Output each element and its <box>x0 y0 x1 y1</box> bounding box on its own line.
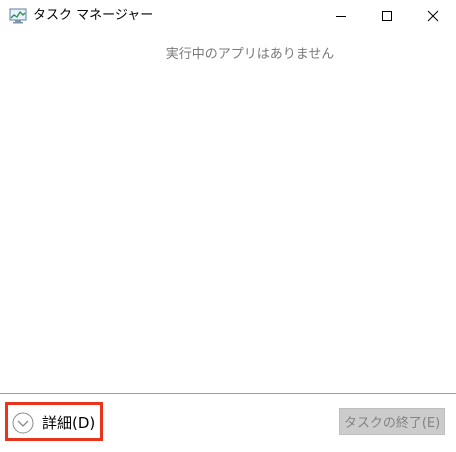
task-manager-icon <box>9 8 27 24</box>
minimize-button[interactable] <box>318 0 364 32</box>
maximize-button[interactable] <box>364 0 410 32</box>
footer-divider <box>0 393 456 394</box>
chevron-down-circle-icon <box>12 412 34 434</box>
close-icon <box>427 7 439 26</box>
minimize-icon <box>335 7 347 26</box>
close-button[interactable] <box>410 0 456 32</box>
details-button[interactable]: 詳細(D) <box>12 410 95 436</box>
title-bar[interactable]: タスク マネージャー <box>0 0 456 32</box>
window-title: タスク マネージャー <box>33 8 154 23</box>
end-task-button[interactable]: タスクの終了(E) <box>339 408 445 435</box>
maximize-icon <box>381 7 393 26</box>
empty-apps-message: 実行中のアプリはありません <box>165 47 335 62</box>
details-label: 詳細(D) <box>42 414 96 432</box>
task-manager-window: タスク マネージャー 実行中のアプリはありません 詳細(D) タスクの終了(E) <box>0 0 456 452</box>
